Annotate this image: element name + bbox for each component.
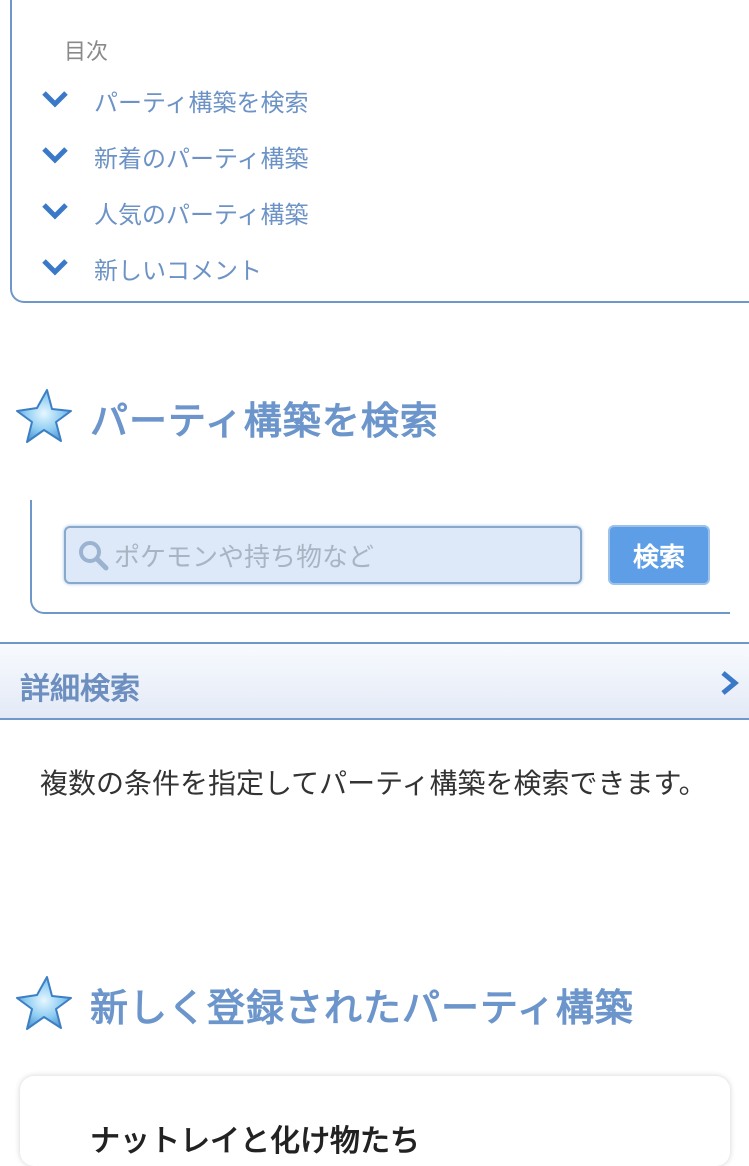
toc-item-label: パーティ構築を検索 xyxy=(94,88,309,117)
toc-item-new[interactable]: 新着のパーティ構築 xyxy=(42,136,309,176)
toc-item-comments[interactable]: 新しいコメント xyxy=(42,248,262,288)
table-of-contents: 目次 パーティ構築を検索 新着のパーティ構築 人気のパーティ構築 新しいコメント xyxy=(10,0,749,303)
star-icon xyxy=(16,389,72,443)
search-input[interactable]: ポケモンや持ち物など xyxy=(64,526,582,584)
toc-item-search[interactable]: パーティ構築を検索 xyxy=(42,80,309,120)
chevron-down-icon xyxy=(42,147,68,164)
chevron-down-icon xyxy=(42,91,68,108)
star-icon xyxy=(16,976,72,1030)
search-panel: ポケモンや持ち物など 検索 xyxy=(30,500,730,614)
detail-search-label: 詳細検索 xyxy=(20,672,140,707)
toc-title: 目次 xyxy=(64,40,109,65)
party-card-title: ナットレイと化け物たち xyxy=(90,1124,420,1159)
chevron-down-icon xyxy=(42,259,68,276)
search-placeholder: ポケモンや持ち物など xyxy=(114,542,375,573)
toc-item-popular[interactable]: 人気のパーティ構築 xyxy=(42,192,309,232)
section-heading-search: パーティ構築を検索 xyxy=(14,387,439,447)
chevron-right-icon xyxy=(721,671,739,695)
section-title: 新しく登録されたパーティ構築 xyxy=(90,985,634,1030)
toc-item-label: 人気のパーティ構築 xyxy=(94,200,309,229)
section-heading-new: 新しく登録されたパーティ構築 xyxy=(14,974,634,1034)
toc-item-label: 新しいコメント xyxy=(94,256,262,285)
detail-search-description: 複数の条件を指定してパーティ構築を検索できます。 xyxy=(40,767,707,800)
search-button[interactable]: 検索 xyxy=(608,525,710,585)
section-title: パーティ構築を検索 xyxy=(90,398,439,443)
chevron-down-icon xyxy=(42,203,68,220)
detail-search-link[interactable]: 詳細検索 xyxy=(0,642,749,720)
search-icon xyxy=(79,541,109,571)
party-card[interactable]: ナットレイと化け物たち xyxy=(20,1076,730,1166)
toc-item-label: 新着のパーティ構築 xyxy=(94,144,309,173)
